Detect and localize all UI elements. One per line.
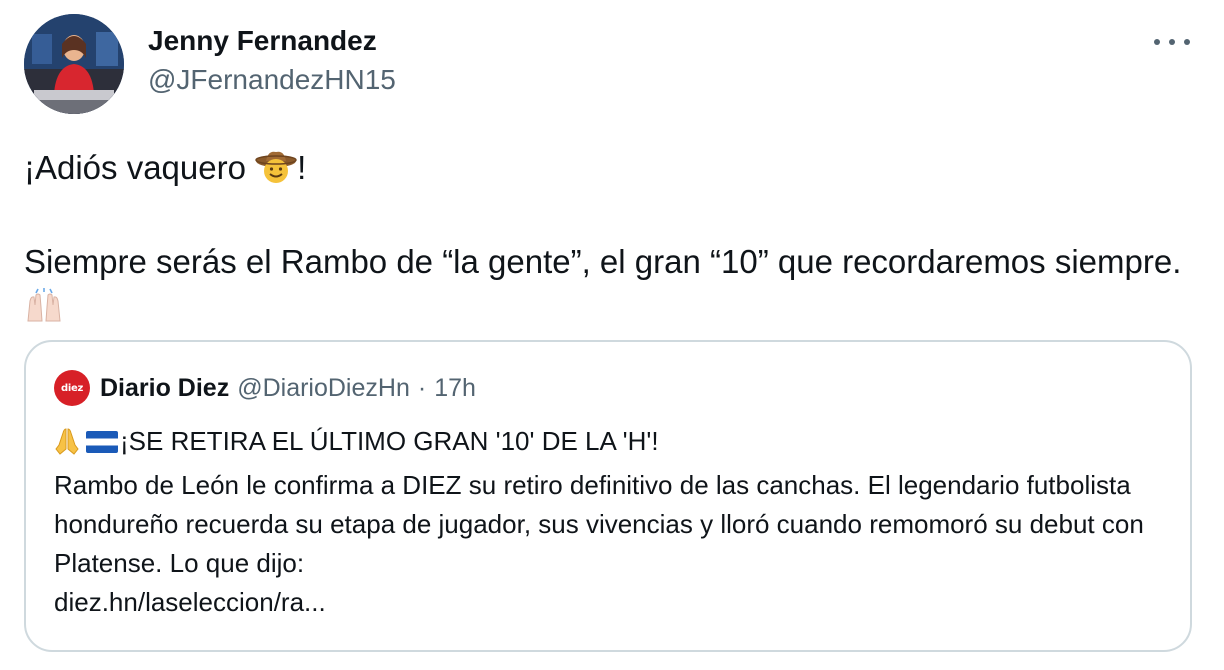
more-dot xyxy=(1154,39,1160,45)
author-display-name[interactable]: Jenny Fernandez xyxy=(148,24,396,58)
quoted-tweet-header: diez Diario Diez @DiarioDiezHn · 17h xyxy=(54,370,476,406)
tweet-line-1-prefix: ¡Adiós vaquero xyxy=(24,149,256,186)
quoted-link[interactable]: diez.hn/laseleccion/ra... xyxy=(54,583,1174,622)
diario-diez-logo-icon[interactable]: diez xyxy=(54,370,90,406)
logo-text: diez xyxy=(61,382,83,394)
separator-dot: · xyxy=(417,373,427,402)
tweet: Jenny Fernandez @JFernandezHN15 ¡Adiós v… xyxy=(0,0,1224,670)
quoted-headline: ¡SE RETIRA EL ÚLTIMO GRAN '10' DE LA 'H'… xyxy=(120,426,659,456)
author-handle[interactable]: @JFernandezHN15 xyxy=(148,62,396,98)
honduras-flag-icon xyxy=(86,431,118,453)
raising-hands-icon xyxy=(24,287,64,334)
cowboy-hat-face-icon xyxy=(255,149,297,196)
quoted-timestamp[interactable]: 17h xyxy=(434,374,476,403)
quoted-author-handle[interactable]: @DiarioDiezHn xyxy=(237,374,410,403)
quoted-body-text: Rambo de León le confirma a DIEZ su reti… xyxy=(54,470,1144,578)
tweet-line-1: ¡Adiós vaquero ! xyxy=(24,146,1194,196)
more-dot xyxy=(1184,39,1190,45)
more-options-button[interactable] xyxy=(1154,30,1190,54)
avatar-image xyxy=(24,14,124,114)
quoted-tweet-body: ¡SE RETIRA EL ÚLTIMO GRAN '10' DE LA 'H'… xyxy=(54,422,1174,622)
quoted-headline-line: ¡SE RETIRA EL ÚLTIMO GRAN '10' DE LA 'H'… xyxy=(54,422,1174,466)
tweet-para-2: Siempre serás el Rambo de “la gente”, el… xyxy=(24,243,1182,280)
author-avatar[interactable] xyxy=(24,14,124,114)
tweet-line-2: Siempre serás el Rambo de “la gente”, el… xyxy=(24,240,1194,334)
more-dot xyxy=(1169,39,1175,45)
quoted-author-name[interactable]: Diario Diez xyxy=(100,374,229,403)
tweet-line-1-suffix: ! xyxy=(297,149,307,186)
tweet-text: ¡Adiós vaquero ! Siempre serás el Rambo … xyxy=(24,146,1194,334)
quoted-tweet[interactable]: diez Diario Diez @DiarioDiezHn · 17h ¡SE… xyxy=(24,340,1192,652)
author-info: Jenny Fernandez @JFernandezHN15 xyxy=(148,24,396,98)
folded-hands-icon xyxy=(54,427,80,466)
